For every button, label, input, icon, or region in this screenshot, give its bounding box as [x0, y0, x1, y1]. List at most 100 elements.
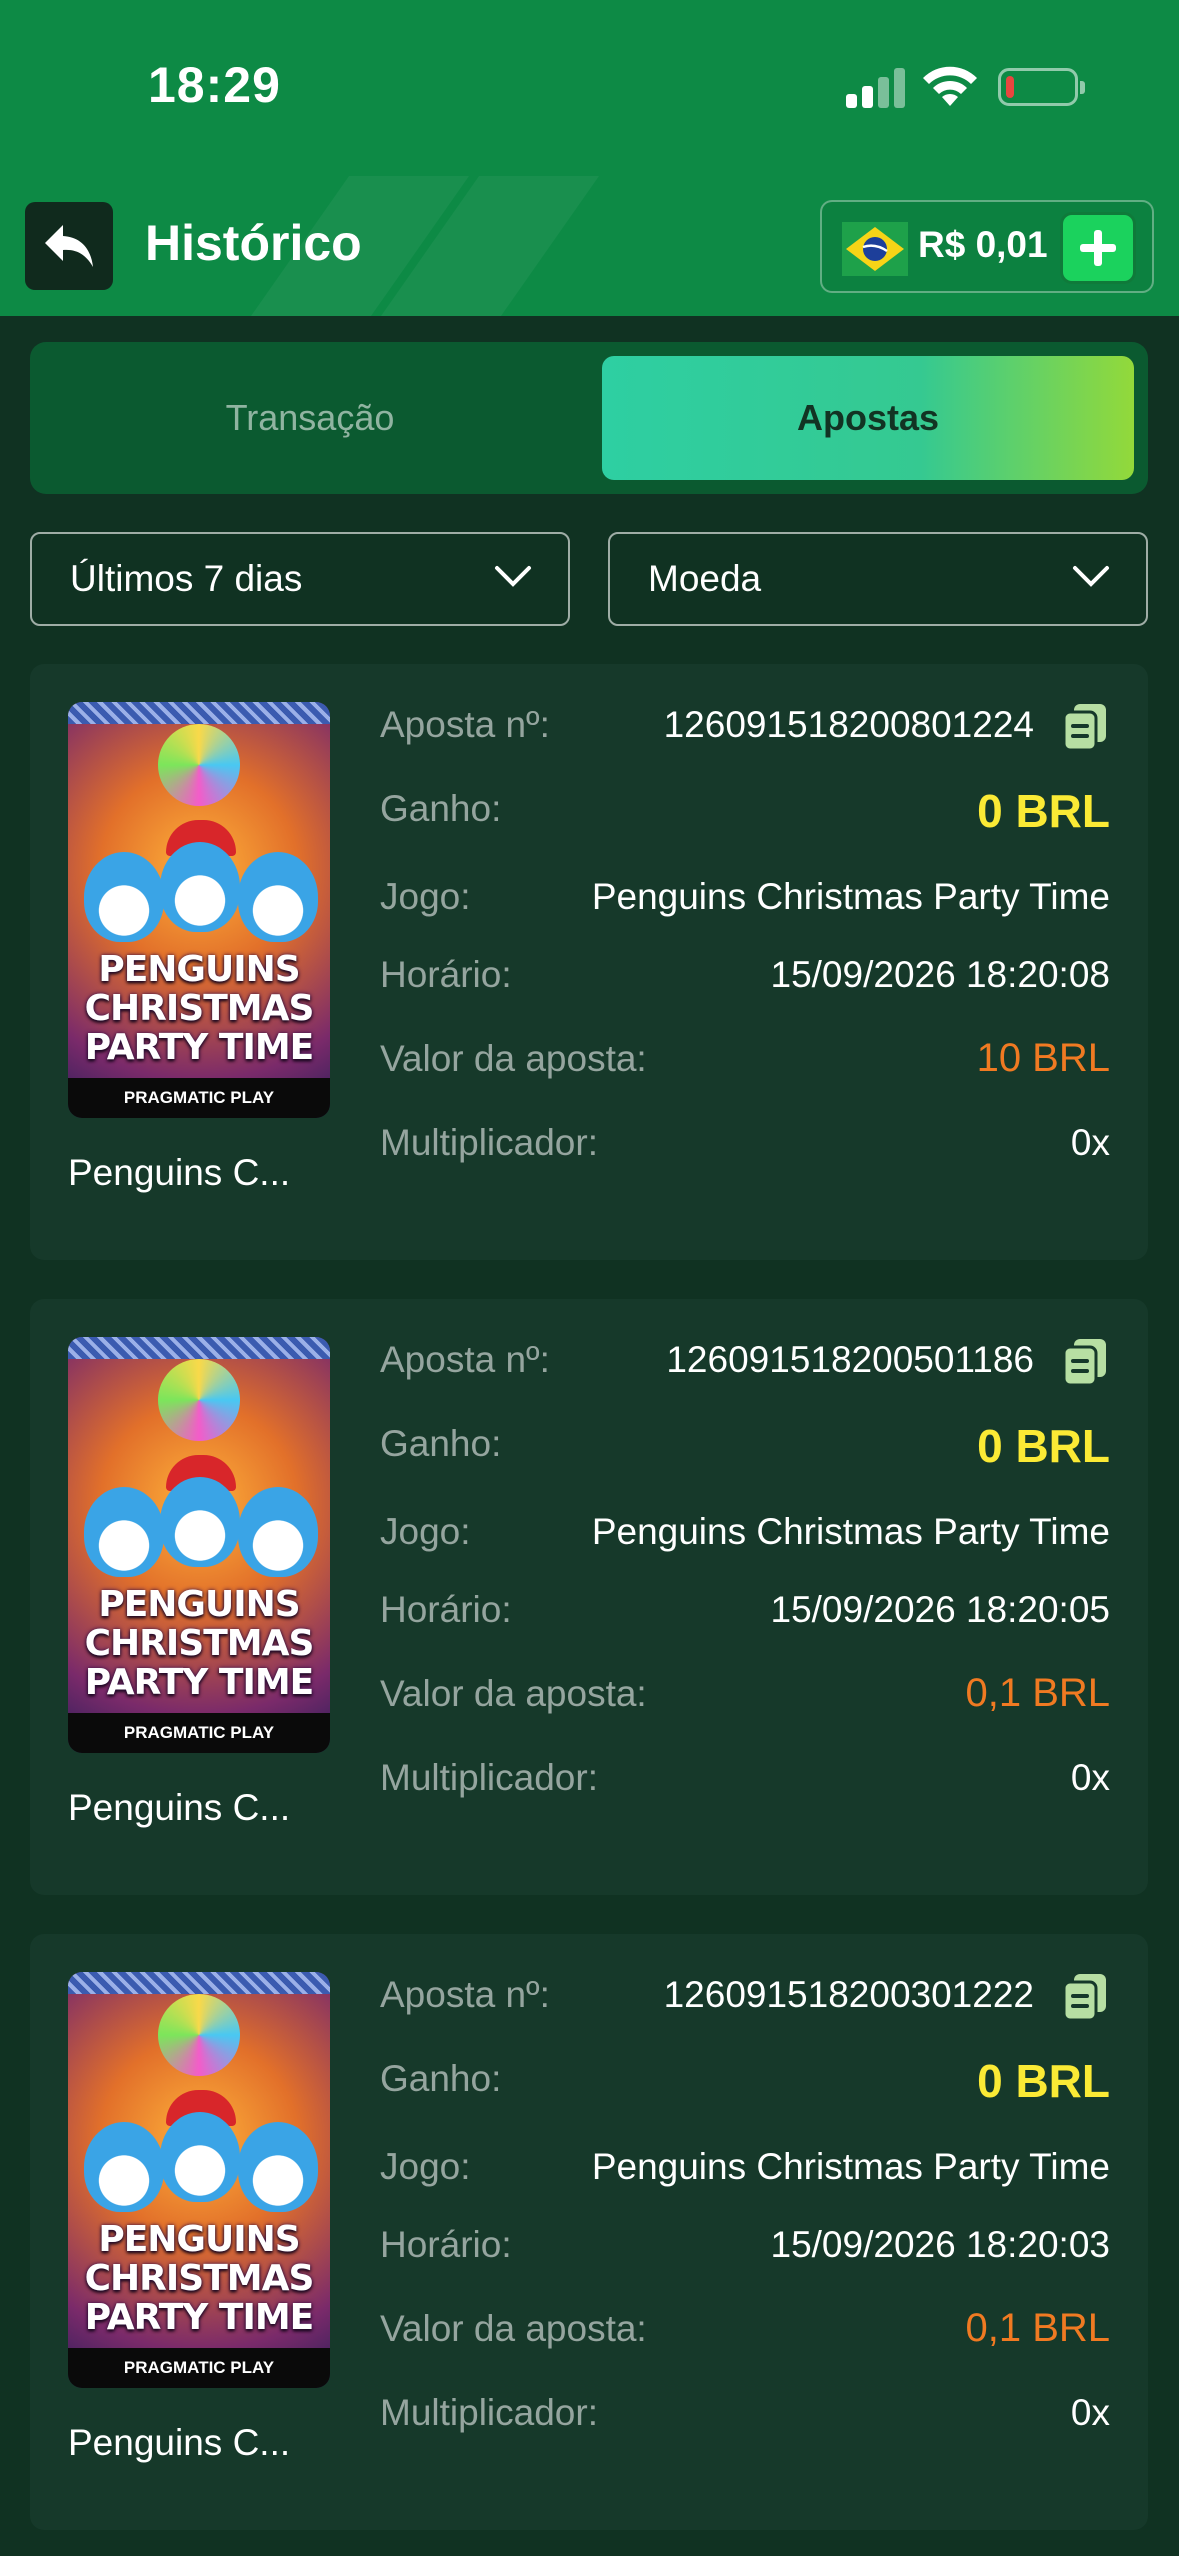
gain-value: 0 BRL	[977, 785, 1110, 837]
tab-apostas[interactable]: Apostas	[602, 356, 1134, 480]
balance-amount: R$ 0,01	[918, 224, 1048, 265]
gain-label: Ganho:	[380, 2058, 502, 2099]
bet-id-value: 126091518200801224	[663, 704, 1034, 745]
gain-row: Ganho: 0 BRL	[380, 2055, 1110, 2108]
gain-row: Ganho: 0 BRL	[380, 785, 1110, 838]
time-value: 15/09/2026 18:20:05	[770, 1589, 1111, 1630]
thumbnail-text-line3: PARTY TIME	[84, 1027, 315, 1068]
thumbnail-text-line1: PENGUINS	[98, 2219, 300, 2260]
time-row: Horário: 15/09/2026 18:20:08	[380, 954, 1110, 1004]
history-tabs: Transação Apostas	[30, 342, 1148, 494]
time-label: Horário:	[380, 954, 512, 995]
thumbnail-brand: PRAGMATIC PLAY	[68, 1078, 330, 1118]
game-label: Jogo:	[380, 1511, 471, 1552]
thumbnail-text-line1: PENGUINS	[98, 949, 300, 990]
bet-card[interactable]: PENGUINS CHRISTMAS PARTY TIME PRAGMATIC …	[30, 664, 1148, 1260]
bet-value-label: Valor da aposta:	[380, 2308, 647, 2349]
period-filter-dropdown[interactable]: Últimos 7 dias	[30, 532, 570, 626]
game-value: Penguins Christmas Party Time	[591, 2146, 1110, 2187]
wifi-icon	[923, 66, 977, 106]
copy-icon[interactable]	[1060, 1972, 1110, 2022]
time-label: Horário:	[380, 2224, 512, 2265]
bet-value: 0,1 BRL	[965, 2306, 1110, 2350]
disco-ball-graphic	[158, 724, 240, 806]
time-row: Horário: 15/09/2026 18:20:03	[380, 2224, 1110, 2274]
bet-id-label: Aposta nº:	[380, 1974, 550, 2015]
time-value: 15/09/2026 18:20:03	[770, 2224, 1111, 2265]
gain-label: Ganho:	[380, 1423, 502, 1464]
bet-value-row: Valor da aposta: 10 BRL	[380, 1036, 1110, 1088]
bet-id-row: Aposta nº: 126091518200501186	[380, 1339, 1110, 1389]
bet-id-value: 126091518200501186	[666, 1339, 1034, 1380]
multiplier-row: Multiplicador: 0x	[380, 1122, 1110, 1172]
game-thumbnail[interactable]: PENGUINS CHRISTMAS PARTY TIME PRAGMATIC …	[68, 1337, 330, 1753]
gain-value: 0 BRL	[977, 2055, 1110, 2107]
bet-value: 10 BRL	[976, 1036, 1110, 1080]
bet-value-label: Valor da aposta:	[380, 1673, 647, 1714]
multiplier-label: Multiplicador:	[380, 1122, 598, 1163]
game-short-name: Penguins C...	[68, 1152, 291, 1193]
bet-value-row: Valor da aposta: 0,1 BRL	[380, 2306, 1110, 2358]
disco-ball-graphic	[158, 1994, 240, 2076]
multiplier-value: 0x	[1070, 2392, 1110, 2433]
chevron-down-icon	[495, 566, 531, 587]
game-label: Jogo:	[380, 876, 471, 917]
deposit-button[interactable]	[1060, 212, 1136, 284]
multiplier-value: 0x	[1070, 1122, 1110, 1163]
back-button[interactable]	[25, 202, 113, 290]
game-value: Penguins Christmas Party Time	[591, 1511, 1110, 1552]
thumbnail-brand: PRAGMATIC PLAY	[68, 2348, 330, 2388]
bet-value: 0,1 BRL	[965, 1671, 1110, 1715]
thumbnail-text-line1: PENGUINS	[98, 1584, 300, 1625]
period-filter-value: Últimos 7 dias	[70, 558, 303, 599]
thumbnail-text-line3: PARTY TIME	[84, 2297, 315, 2338]
copy-icon[interactable]	[1060, 702, 1110, 752]
bet-card[interactable]: PENGUINS CHRISTMAS PARTY TIME PRAGMATIC …	[30, 1299, 1148, 1895]
copy-icon[interactable]	[1060, 1337, 1110, 1387]
bet-id-row: Aposta nº: 126091518200801224	[380, 704, 1110, 754]
game-thumbnail[interactable]: PENGUINS CHRISTMAS PARTY TIME PRAGMATIC …	[68, 1972, 330, 2388]
gain-row: Ganho: 0 BRL	[380, 1420, 1110, 1473]
bet-id-value: 126091518200301222	[663, 1974, 1034, 2015]
game-row: Jogo: Penguins Christmas Party Time	[380, 1511, 1110, 1561]
cellular-signal-icon	[846, 66, 906, 108]
time-label: Horário:	[380, 1589, 512, 1630]
currency-filter-value: Moeda	[648, 558, 762, 599]
tab-transacao[interactable]: Transação	[44, 356, 576, 480]
bet-value-row: Valor da aposta: 0,1 BRL	[380, 1671, 1110, 1723]
battery-icon	[998, 68, 1085, 106]
game-row: Jogo: Penguins Christmas Party Time	[380, 876, 1110, 926]
game-label: Jogo:	[380, 2146, 471, 2187]
gain-label: Ganho:	[380, 788, 502, 829]
time-row: Horário: 15/09/2026 18:20:05	[380, 1589, 1110, 1639]
multiplier-label: Multiplicador:	[380, 1757, 598, 1798]
back-arrow-icon	[45, 225, 93, 267]
game-row: Jogo: Penguins Christmas Party Time	[380, 2146, 1110, 2196]
game-thumbnail[interactable]: PENGUINS CHRISTMAS PARTY TIME PRAGMATIC …	[68, 702, 330, 1118]
brazil-flag-icon	[842, 222, 908, 276]
page-title: Histórico	[145, 215, 362, 271]
thumbnail-brand: PRAGMATIC PLAY	[68, 1713, 330, 1753]
time-value: 15/09/2026 18:20:08	[770, 954, 1111, 995]
gain-value: 0 BRL	[977, 1420, 1110, 1472]
game-value: Penguins Christmas Party Time	[591, 876, 1110, 917]
bet-value-label: Valor da aposta:	[380, 1038, 647, 1079]
game-short-name: Penguins C...	[68, 2422, 291, 2463]
bet-id-row: Aposta nº: 126091518200301222	[380, 1974, 1110, 2024]
thumbnail-text-line2: CHRISTMAS	[84, 1623, 315, 1664]
game-short-name: Penguins C...	[68, 1787, 291, 1828]
thumbnail-text-line3: PARTY TIME	[84, 1662, 315, 1703]
currency-filter-dropdown[interactable]: Moeda	[608, 532, 1148, 626]
multiplier-row: Multiplicador: 0x	[380, 1757, 1110, 1807]
bet-card[interactable]: PENGUINS CHRISTMAS PARTY TIME PRAGMATIC …	[30, 1934, 1148, 2530]
thumbnail-text-line2: CHRISTMAS	[84, 988, 315, 1029]
multiplier-label: Multiplicador:	[380, 2392, 598, 2433]
balance-widget[interactable]: R$ 0,01	[820, 200, 1154, 293]
chevron-down-icon	[1073, 566, 1109, 587]
bet-id-label: Aposta nº:	[380, 1339, 550, 1380]
disco-ball-graphic	[158, 1359, 240, 1441]
app-header: 18:29 Histórico R$ 0,01	[0, 0, 1179, 316]
multiplier-row: Multiplicador: 0x	[380, 2392, 1110, 2442]
plus-icon	[1080, 230, 1116, 266]
thumbnail-text-line2: CHRISTMAS	[84, 2258, 315, 2299]
